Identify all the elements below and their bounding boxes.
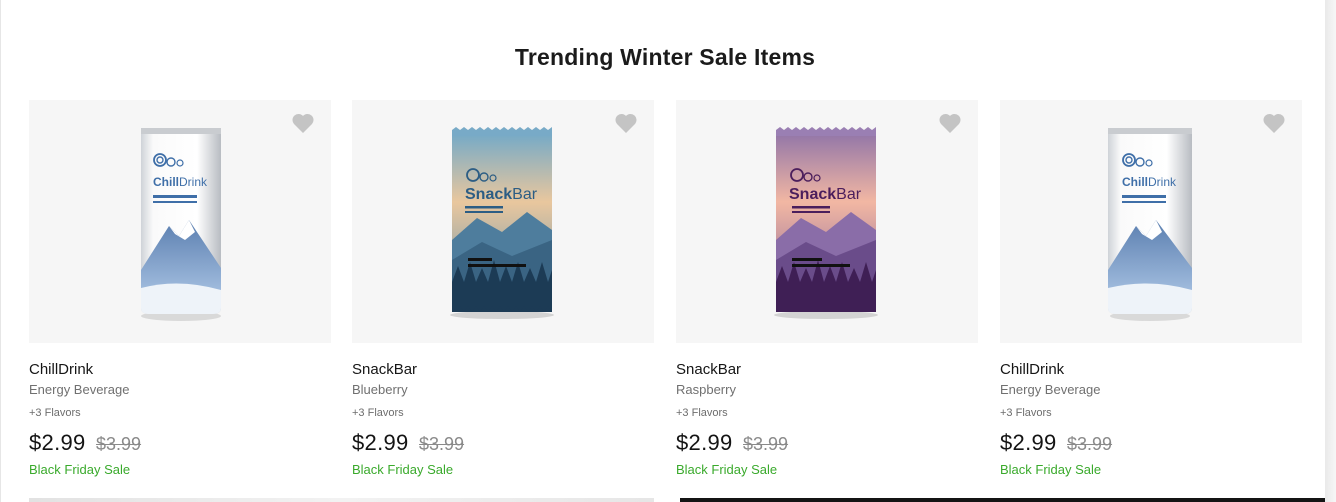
product-flavors[interactable]: +3 Flavors xyxy=(676,407,728,419)
product-name[interactable]: ChillDrink xyxy=(1000,361,1064,378)
product-card[interactable]: SnackBar SnackBar Raspberry +3 Flavors $… xyxy=(676,100,978,502)
original-price: $3.99 xyxy=(96,434,142,454)
product-image[interactable]: ChillDrink xyxy=(29,100,331,343)
original-price: $3.99 xyxy=(419,434,465,454)
product-card[interactable]: SnackBar SnackBar Blueberry +3 Flavors $… xyxy=(352,100,654,502)
price-row: $2.99 $3.99 xyxy=(1000,430,1112,456)
page-left-border xyxy=(0,0,1,502)
next-row-edge xyxy=(29,498,654,502)
svg-text:ChillDrink: ChillDrink xyxy=(1122,175,1177,189)
snackbar-raspberry-image: SnackBar xyxy=(774,127,878,319)
product-name[interactable]: SnackBar xyxy=(676,361,741,378)
original-price: $3.99 xyxy=(1067,434,1113,454)
next-row-edge-dark xyxy=(680,498,1325,502)
product-name[interactable]: ChillDrink xyxy=(29,361,93,378)
product-subtitle: Energy Beverage xyxy=(29,382,130,397)
product-subtitle: Blueberry xyxy=(352,382,408,397)
product-image[interactable]: ChillDrink xyxy=(1000,100,1302,343)
product-grid: ChillDrink ChillDrink Energy Beverage +3… xyxy=(29,100,1302,502)
product-card[interactable]: ChillDrink ChillDrink Energy Beverage +3… xyxy=(1000,100,1302,502)
product-image[interactable]: SnackBar xyxy=(676,100,978,343)
heart-icon[interactable] xyxy=(291,112,315,134)
product-subtitle: Raspberry xyxy=(676,382,736,397)
sale-price: $2.99 xyxy=(29,430,86,455)
product-card[interactable]: ChillDrink ChillDrink Energy Beverage +3… xyxy=(29,100,331,502)
price-row: $2.99 $3.99 xyxy=(29,430,141,456)
promo-label: Black Friday Sale xyxy=(1000,462,1102,477)
chilldrink-can-image: ChillDrink xyxy=(1108,128,1192,321)
product-flavors[interactable]: +3 Flavors xyxy=(352,407,404,419)
promo-label: Black Friday Sale xyxy=(29,462,131,477)
sale-price: $2.99 xyxy=(1000,430,1057,455)
heart-icon[interactable] xyxy=(1262,112,1286,134)
product-subtitle: Energy Beverage xyxy=(1000,382,1101,397)
promo-label: Black Friday Sale xyxy=(352,462,454,477)
section-title: Trending Winter Sale Items xyxy=(514,44,816,70)
snackbar-blueberry-image: SnackBar xyxy=(450,127,554,319)
price-row: $2.99 $3.99 xyxy=(352,430,464,456)
svg-text:ChillDrink: ChillDrink xyxy=(153,175,208,189)
page-right-scroll-edge xyxy=(1325,0,1336,502)
sale-price: $2.99 xyxy=(352,430,409,455)
price-row: $2.99 $3.99 xyxy=(676,430,788,456)
svg-text:SnackBar: SnackBar xyxy=(789,186,862,203)
svg-text:SnackBar: SnackBar xyxy=(465,186,538,203)
chilldrink-can-image: ChillDrink xyxy=(141,128,221,321)
heart-icon[interactable] xyxy=(614,112,638,134)
product-flavors[interactable]: +3 Flavors xyxy=(29,407,81,419)
heart-icon[interactable] xyxy=(938,112,962,134)
product-image[interactable]: SnackBar xyxy=(352,100,654,343)
sale-price: $2.99 xyxy=(676,430,733,455)
promo-label: Black Friday Sale xyxy=(676,462,778,477)
product-name[interactable]: SnackBar xyxy=(352,361,417,378)
product-flavors[interactable]: +3 Flavors xyxy=(1000,407,1052,419)
original-price: $3.99 xyxy=(743,434,789,454)
